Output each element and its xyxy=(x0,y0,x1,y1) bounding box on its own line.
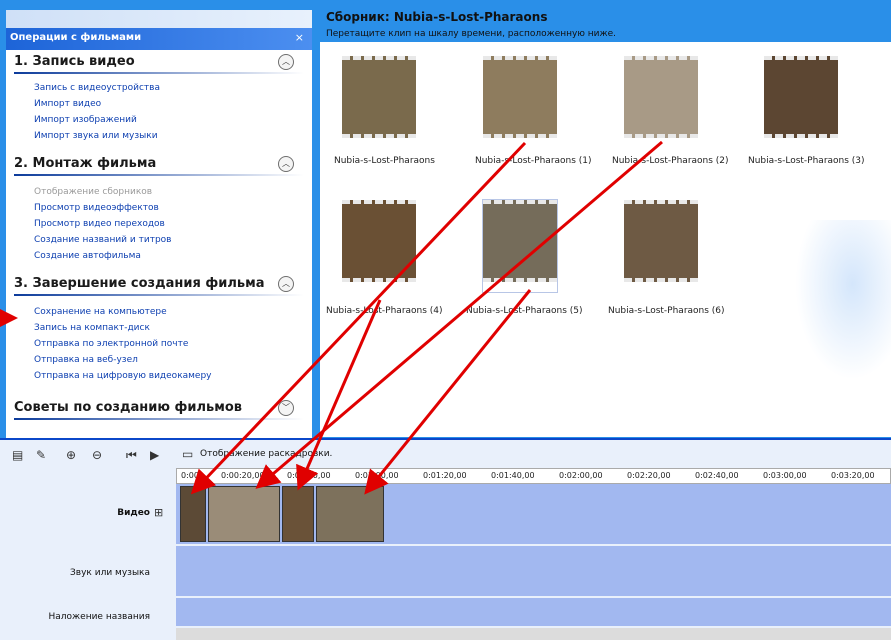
time-tick: 0:03:20,00 xyxy=(831,471,875,480)
link-import-video[interactable]: Импорт видео xyxy=(34,99,101,109)
timeline-clip[interactable] xyxy=(208,486,280,542)
clip-label: Nubia-s-Lost-Pharaons (3) xyxy=(748,156,865,166)
timeline: 0:00 0:00:20,00 0:00:40,00 0:01:00,00 0:… xyxy=(0,468,891,640)
divider xyxy=(14,294,304,296)
collection-title: Сборник: Nubia-s-Lost-Pharaons xyxy=(326,10,548,24)
clip-label: Nubia-s-Lost-Pharaons (1) xyxy=(475,156,592,166)
timeline-clip[interactable] xyxy=(316,486,384,542)
timeline-toolbar: ▤ ✎ ⊕ ⊖ ⏮ ▶ ▭ Отображение раскадровки. xyxy=(0,438,891,470)
section-tips-title[interactable]: Советы по созданию фильмов xyxy=(14,400,242,415)
time-tick: 0:02:20,00 xyxy=(627,471,671,480)
movie-tasks-pane: Операции с фильмами × 1. Запись видео ︿ … xyxy=(6,10,312,438)
play-icon[interactable]: ▶ xyxy=(150,448,159,462)
title-overlay-track[interactable] xyxy=(176,598,891,626)
section-finish-title[interactable]: 3. Завершение создания фильма xyxy=(14,276,265,291)
collection-hint: Перетащите клип на шкалу времени, распол… xyxy=(326,29,617,39)
chevron-down-icon[interactable]: ﹀ xyxy=(278,400,294,416)
link-send-email[interactable]: Отправка по электронной почте xyxy=(34,339,188,349)
time-tick: 0:03:00,00 xyxy=(763,471,807,480)
audio-track[interactable] xyxy=(176,546,891,596)
divider xyxy=(14,72,304,74)
track-label-audio: Звук или музыка xyxy=(70,568,150,578)
divider xyxy=(14,174,304,176)
chevron-up-icon[interactable]: ︿ xyxy=(278,156,294,172)
time-tick: 0:00:20,00 xyxy=(221,471,265,480)
link-view-transitions[interactable]: Просмотр видео переходов xyxy=(34,219,165,229)
clip-label: Nubia-s-Lost-Pharaons (6) xyxy=(608,306,725,316)
pane-header: Операции с фильмами × xyxy=(6,28,312,50)
section-edit-title[interactable]: 2. Монтаж фильма xyxy=(14,156,156,171)
link-show-collections: Отображение сборников xyxy=(34,187,153,197)
video-track[interactable] xyxy=(176,484,891,544)
link-view-effects[interactable]: Просмотр видеоэффектов xyxy=(34,203,159,213)
time-ruler[interactable]: 0:00 0:00:20,00 0:00:40,00 0:01:00,00 0:… xyxy=(176,468,891,484)
film-reel-watermark xyxy=(795,220,891,380)
clip-image xyxy=(342,200,416,282)
rewind-icon[interactable]: ⏮ xyxy=(126,448,137,463)
time-tick: 0:02:00,00 xyxy=(559,471,603,480)
link-save-computer[interactable]: Сохранение на компьютере xyxy=(34,307,167,317)
clip-thumbnail[interactable] xyxy=(342,56,416,148)
link-save-cd[interactable]: Запись на компакт-диск xyxy=(34,323,150,333)
clip-thumbnail[interactable] xyxy=(482,199,558,293)
link-send-web[interactable]: Отправка на веб-узел xyxy=(34,355,138,365)
expand-icon[interactable]: ⊞ xyxy=(154,506,163,519)
link-make-titles[interactable]: Создание названий и титров xyxy=(34,235,171,245)
movie-maker-window: Операции с фильмами × 1. Запись видео ︿ … xyxy=(0,0,891,640)
link-capture-device[interactable]: Запись с видеоустройства xyxy=(34,83,160,93)
show-storyboard-button[interactable]: Отображение раскадровки. xyxy=(200,449,332,459)
zoom-in-icon[interactable]: ⊕ xyxy=(66,448,76,462)
divider xyxy=(14,418,304,420)
clip-image xyxy=(624,200,698,282)
time-tick: 0:00:40,00 xyxy=(287,471,331,480)
link-import-images[interactable]: Импорт изображений xyxy=(34,115,137,125)
clip-label: Nubia-s-Lost-Pharaons (4) xyxy=(326,306,443,316)
clip-label: Nubia-s-Lost-Pharaons (2) xyxy=(612,156,729,166)
clip-image xyxy=(342,56,416,138)
link-import-audio[interactable]: Импорт звука или музыки xyxy=(34,131,158,141)
time-tick: 0:01:00,00 xyxy=(355,471,399,480)
close-icon[interactable]: × xyxy=(295,31,304,44)
track-label-title-overlay: Наложение названия xyxy=(48,612,150,622)
zoom-out-icon[interactable]: ⊖ xyxy=(92,448,102,462)
clip-thumbnail[interactable] xyxy=(342,200,416,292)
timeline-scrollbar[interactable] xyxy=(176,628,891,640)
microphone-icon[interactable]: ✎ xyxy=(36,448,46,462)
pane-title: Операции с фильмами xyxy=(10,32,142,43)
storyboard-icon[interactable]: ▭ xyxy=(182,447,193,461)
time-tick: 0:01:40,00 xyxy=(491,471,535,480)
link-send-dv-camera[interactable]: Отправка на цифровую видеокамеру xyxy=(34,371,212,381)
pane-top-bar xyxy=(6,10,312,28)
timeline-clip[interactable] xyxy=(282,486,314,542)
clip-label: Nubia-s-Lost-Pharaons (5) xyxy=(466,306,583,316)
time-tick: 0:02:40,00 xyxy=(695,471,739,480)
clip-image xyxy=(764,56,838,138)
clip-image xyxy=(483,56,557,138)
clip-thumbnail[interactable] xyxy=(624,56,698,148)
track-label-video: Видео xyxy=(117,508,150,518)
clip-thumbnail[interactable] xyxy=(624,200,698,292)
timeline-icon[interactable]: ▤ xyxy=(12,448,23,462)
clip-image xyxy=(624,56,698,138)
section-capture-title[interactable]: 1. Запись видео xyxy=(14,54,135,69)
time-tick: 0:01:20,00 xyxy=(423,471,467,480)
timeline-clip[interactable] xyxy=(180,486,206,542)
link-automovie[interactable]: Создание автофильма xyxy=(34,251,141,261)
clip-thumbnail[interactable] xyxy=(764,56,838,148)
clip-label: Nubia-s-Lost-Pharaons xyxy=(334,156,435,166)
chevron-up-icon[interactable]: ︿ xyxy=(278,276,294,292)
time-tick: 0:00 xyxy=(181,471,199,480)
clip-image xyxy=(483,200,557,282)
clip-thumbnail[interactable] xyxy=(483,56,557,148)
chevron-up-icon[interactable]: ︿ xyxy=(278,54,294,70)
